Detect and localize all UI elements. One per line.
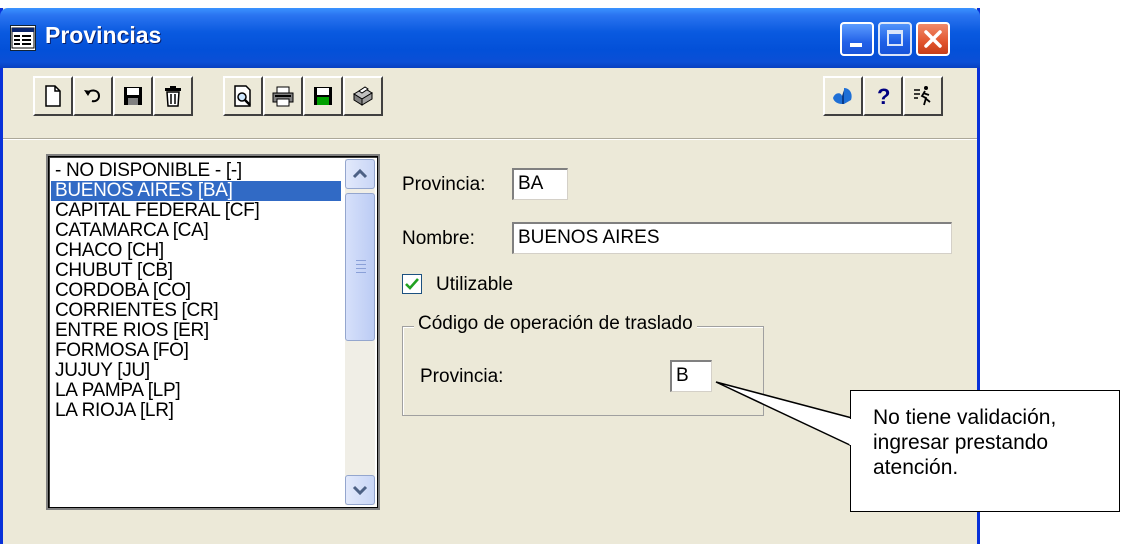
callout-text: No tiene validación, ingresar prestando … xyxy=(873,406,1057,479)
callout-note: No tiene validación, ingresar prestando … xyxy=(850,390,1120,512)
